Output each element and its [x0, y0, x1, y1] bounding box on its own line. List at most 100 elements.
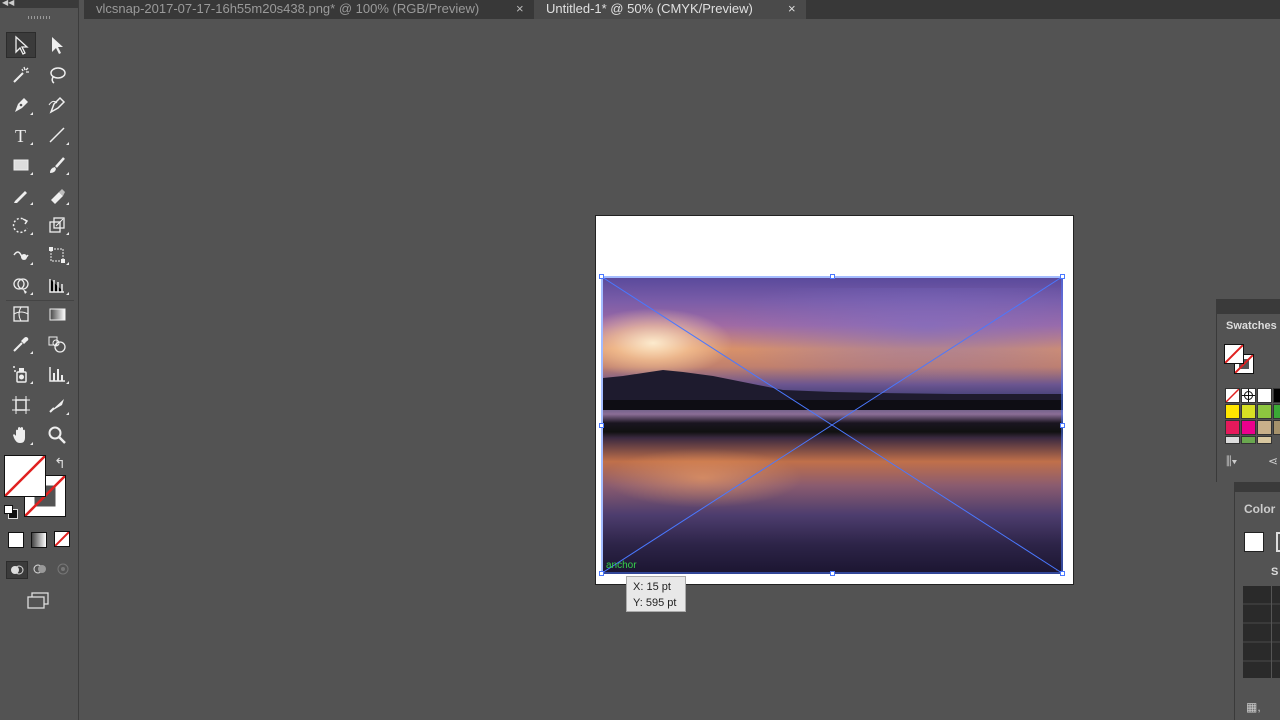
blend-tool[interactable] [42, 331, 72, 357]
perspective-grid-tool[interactable] [42, 272, 72, 298]
panel-header[interactable] [1235, 482, 1280, 492]
tab-vlcsnap[interactable]: vlcsnap-2017-07-17-16h55m20s438.png* @ 1… [84, 0, 532, 19]
swatch-yellow-green[interactable] [1241, 404, 1256, 419]
draw-inside-icon [57, 563, 69, 575]
coord-x: X: 15 pt [633, 581, 671, 593]
coord-y: Y: 595 pt [633, 597, 677, 609]
handle-middle-right[interactable] [1060, 423, 1065, 428]
draw-normal-icon [11, 565, 24, 575]
swatch-libraries-menu-icon[interactable]: ⫼▾ [1226, 454, 1237, 469]
draw-inside-button[interactable] [53, 561, 73, 577]
panel-header[interactable] [1217, 300, 1280, 314]
handle-bottom-right[interactable] [1060, 571, 1065, 576]
swatch-tan[interactable] [1257, 420, 1272, 435]
tab-untitled-1[interactable]: Untitled-1* @ 50% (CMYK/Preview) × [534, 0, 806, 19]
color-fill-swatch[interactable] [1244, 532, 1264, 552]
eyedropper-tool[interactable] [6, 331, 36, 357]
free-transform-tool[interactable] [42, 242, 72, 268]
pencil-tool[interactable] [6, 182, 36, 208]
fill-stroke-preview[interactable] [1224, 344, 1254, 374]
column-graph-tool[interactable] [42, 361, 72, 387]
eraser-icon [51, 189, 65, 204]
magic-wand-icon [13, 66, 29, 83]
selection-bounding-box[interactable] [601, 276, 1063, 574]
type-icon: T [15, 126, 26, 145]
direct-selection-tool[interactable] [42, 32, 72, 58]
collapse-icon[interactable]: ◀◀ [2, 0, 14, 7]
warp-tool[interactable] [6, 242, 36, 268]
mesh-tool[interactable] [6, 301, 36, 327]
swatch-brown[interactable] [1273, 420, 1280, 435]
swatch-green[interactable] [1257, 404, 1272, 419]
handle-top-right[interactable] [1060, 274, 1065, 279]
swatch-none[interactable] [1225, 388, 1240, 403]
swatch-pattern[interactable] [1225, 436, 1240, 444]
draw-behind-button[interactable] [30, 561, 50, 577]
slice-tool[interactable] [42, 392, 72, 418]
color-stroke-swatch[interactable] [1276, 532, 1280, 552]
curvature-tool[interactable] [42, 92, 72, 118]
panel-title[interactable]: Swatches [1226, 320, 1277, 332]
swatch-pattern[interactable] [1241, 436, 1256, 444]
swap-fill-stroke-icon[interactable]: ↰ [54, 455, 66, 472]
swatch-magenta[interactable] [1241, 420, 1256, 435]
no-color-icon [1225, 388, 1240, 403]
swatch-registration[interactable] [1241, 388, 1256, 403]
gradient-tool[interactable] [42, 301, 72, 327]
default-colors-icon[interactable] [4, 505, 18, 519]
panel-title[interactable]: Color [1244, 502, 1275, 516]
lasso-tool[interactable] [42, 62, 72, 88]
swatches-panel: Swatches ⫼▾ ⋖ [1216, 299, 1280, 482]
column-graph-icon [49, 367, 65, 382]
handle-bottom-left[interactable] [599, 571, 604, 576]
pen-icon [15, 98, 28, 112]
type-tool[interactable]: T [6, 122, 36, 148]
gradient-button[interactable] [31, 532, 47, 548]
hand-tool[interactable] [6, 422, 36, 448]
panel-grip[interactable] [28, 16, 50, 19]
registration-icon [1242, 389, 1255, 402]
handle-top-left[interactable] [599, 274, 604, 279]
ramp-divider [1271, 586, 1272, 678]
grid-menu-icon[interactable]: ▦, [1246, 700, 1261, 714]
warp-icon [13, 251, 29, 260]
artboard-tool[interactable] [6, 392, 36, 418]
magic-wand-tool[interactable] [6, 62, 36, 88]
color-channel-label: S [1271, 566, 1279, 578]
close-icon[interactable]: × [516, 0, 524, 18]
color-spectrum-ramp[interactable] [1243, 586, 1280, 678]
draw-normal-button[interactable] [6, 561, 28, 579]
symbol-sprayer-tool[interactable] [6, 361, 36, 387]
rotate-tool[interactable] [6, 212, 36, 238]
swatch-dark-green[interactable] [1273, 404, 1280, 419]
none-button[interactable] [54, 531, 70, 547]
scale-tool[interactable] [42, 212, 72, 238]
coordinate-tooltip: X: 15 pt Y: 595 pt [626, 576, 686, 612]
gradient-icon [49, 308, 66, 321]
swatch-red-pink[interactable] [1225, 420, 1240, 435]
shape-builder-tool[interactable] [6, 272, 36, 298]
paintbrush-icon [50, 157, 65, 173]
zoom-tool[interactable] [42, 422, 72, 448]
handle-top-center[interactable] [830, 274, 835, 279]
screen-mode-button[interactable] [24, 590, 52, 610]
fill-swatch[interactable] [4, 455, 46, 497]
swatch-black[interactable] [1273, 388, 1280, 403]
paintbrush-tool[interactable] [42, 152, 72, 178]
rectangle-icon [13, 159, 29, 171]
selection-tool[interactable] [6, 32, 36, 58]
swatch-white[interactable] [1257, 388, 1272, 403]
pen-tool[interactable] [6, 92, 36, 118]
handle-middle-left[interactable] [599, 423, 604, 428]
eraser-tool[interactable] [42, 182, 72, 208]
show-swatch-kinds-icon[interactable]: ⋖ [1268, 454, 1278, 468]
smart-guide-anchor-label: anchor [606, 560, 637, 571]
swatch-yellow[interactable] [1225, 404, 1240, 419]
color-button[interactable] [8, 532, 24, 548]
rectangle-tool[interactable] [6, 152, 36, 178]
line-segment-tool[interactable] [42, 122, 72, 148]
swatch-pattern[interactable] [1257, 436, 1272, 444]
fill-stroke-widget[interactable]: ↰ [4, 455, 70, 521]
handle-bottom-center[interactable] [830, 571, 835, 576]
close-icon[interactable]: × [788, 0, 796, 18]
